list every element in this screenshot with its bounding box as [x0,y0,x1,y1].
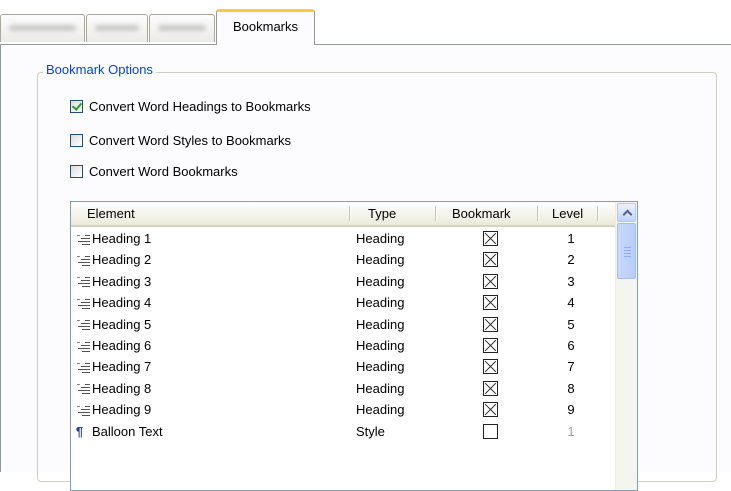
bookmark-checkbox[interactable] [483,231,498,246]
element-cell: Heading 9 [73,399,151,420]
heading-icon [73,296,91,310]
level-cell[interactable]: 3 [561,271,581,292]
element-name: Heading 5 [92,316,152,332]
type-cell: Heading [356,338,405,353]
tab-strip: Bookmarks [0,0,731,45]
column-header-bookmark[interactable]: Bookmark [452,202,511,225]
element-cell: Heading 1 [73,228,151,249]
type-cell: Heading [356,402,405,418]
vertical-scrollbar[interactable] [615,202,637,490]
type-cell: Style [356,423,385,439]
option-convert-styles[interactable]: Convert Word Styles to Bookmarks [70,131,291,149]
element-name: Heading 2 [92,252,152,268]
element-cell: Heading 6 [73,335,151,356]
column-header-type[interactable]: Type [368,202,396,225]
element-name: Heading 3 [92,273,152,289]
convert-bookmarks-label: Convert Word Bookmarks [89,163,238,179]
bookmark-checkbox[interactable] [483,295,498,311]
heading-icon [73,381,91,395]
element-name: Heading 8 [92,380,152,396]
bookmark-checkbox[interactable] [483,423,498,439]
pilcrow-icon: ¶ [75,423,84,439]
tab-bookmarks-label: Bookmarks [232,19,299,34]
type-cell: Heading [356,316,405,332]
tab-blurred-2[interactable] [86,14,148,42]
element-cell: Heading 3 [73,271,151,292]
table-row[interactable]: Heading 4 Heading 4 [71,292,615,313]
level-cell[interactable]: 1 [561,228,581,249]
bookmark-checkbox[interactable] [483,359,498,375]
bookmark-checkbox[interactable] [483,316,498,332]
element-cell: Heading 2 [73,249,151,270]
level-cell[interactable]: 9 [561,399,581,420]
list-header: Element Type Bookmark Level [71,202,615,227]
table-row[interactable]: ¶ Balloon Text Style 1 [71,421,615,442]
option-convert-bookmarks[interactable]: Convert Word Bookmarks [70,162,238,180]
element-name: Heading 9 [92,402,152,418]
table-row[interactable]: Heading 7 Heading 7 [71,356,615,377]
group-legend: Bookmark Options [43,62,156,77]
bookmark-checkbox[interactable] [483,402,498,418]
tab-blurred-1[interactable] [0,14,85,42]
option-convert-headings[interactable]: Convert Word Headings to Bookmarks [70,97,311,115]
bookmark-checkbox[interactable] [483,338,498,353]
elements-list[interactable]: Element Type Bookmark Level Heading 1 Hea… [70,201,638,491]
bookmark-checkbox[interactable] [483,380,498,396]
heading-icon [73,253,91,267]
scroll-thumb[interactable] [617,223,636,279]
level-cell[interactable]: 8 [561,378,581,399]
level-cell[interactable]: 6 [561,335,581,356]
level-cell[interactable]: 7 [561,356,581,377]
type-cell: Heading [356,380,405,396]
element-cell: ¶ Balloon Text [73,421,163,442]
bookmark-checkbox[interactable] [483,273,498,289]
heading-icon [73,232,91,246]
column-header-element[interactable]: Element [87,202,135,225]
heading-icon [73,403,91,417]
type-cell: Heading [356,273,405,289]
convert-headings-checkbox[interactable] [70,99,83,113]
heading-icon [73,360,91,374]
element-cell: Heading 7 [73,356,151,377]
heading-icon [73,339,91,353]
element-name: Heading 7 [92,359,152,375]
element-cell: Heading 4 [73,292,151,313]
heading-icon [73,274,91,288]
table-row[interactable]: Heading 3 Heading 3 [71,271,615,292]
tab-bookmarks[interactable]: Bookmarks [216,9,315,45]
element-cell: Heading 8 [73,378,151,399]
level-cell[interactable]: 2 [561,249,581,270]
element-name: Heading 4 [92,295,152,311]
scroll-up-icon[interactable] [617,203,636,222]
table-row[interactable]: Heading 6 Heading 6 [71,335,615,356]
tab-blurred-3[interactable] [149,14,215,42]
table-row[interactable]: Heading 9 Heading 9 [71,399,615,420]
bookmark-checkbox[interactable] [483,252,498,268]
convert-styles-label: Convert Word Styles to Bookmarks [89,132,292,148]
table-row[interactable]: Heading 1 Heading 1 [71,228,615,249]
element-name: Balloon Text [92,423,163,439]
type-cell: Heading [356,252,405,268]
convert-styles-checkbox[interactable] [70,133,83,147]
element-name: Heading 1 [92,231,152,246]
type-cell: Heading [356,295,405,311]
element-cell: Heading 5 [73,314,151,335]
convert-headings-label: Convert Word Headings to Bookmarks [89,98,311,114]
convert-bookmarks-checkbox[interactable] [70,164,83,178]
element-name: Heading 6 [92,338,152,353]
table-row[interactable]: Heading 2 Heading 2 [71,249,615,270]
heading-icon [73,317,91,331]
table-row[interactable]: Heading 5 Heading 5 [71,314,615,335]
column-header-level[interactable]: Level [552,202,583,225]
type-cell: Heading [356,231,405,246]
level-cell[interactable]: 1 [561,421,581,442]
table-row[interactable]: Heading 8 Heading 8 [71,378,615,399]
level-cell[interactable]: 4 [561,292,581,313]
level-cell[interactable]: 5 [561,314,581,335]
type-cell: Heading [356,359,405,375]
